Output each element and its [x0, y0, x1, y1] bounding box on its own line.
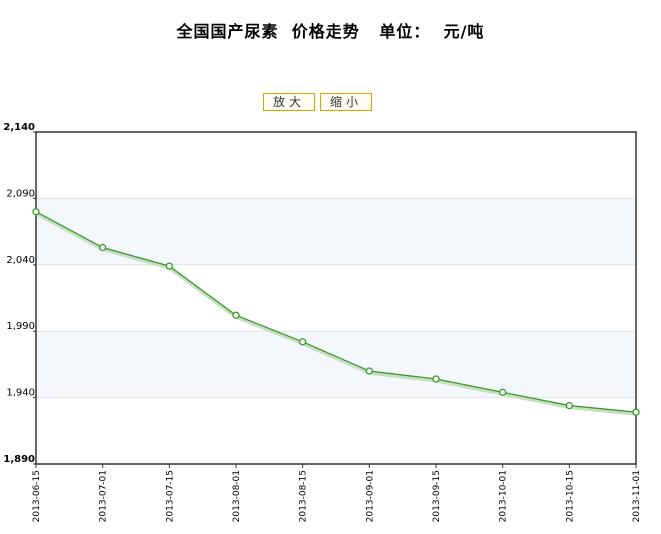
data-point[interactable] [565, 401, 573, 410]
x-axis-ticks: 2013-06-15 2013-07-01 2013-07-15 2013-08-01… [32, 464, 642, 522]
y-tick-label: 2,090 [6, 188, 35, 199]
x-tick-label: 2013-10-01 [499, 470, 509, 522]
y-tick-label: 1,890 [3, 454, 35, 465]
data-point[interactable] [632, 408, 640, 416]
plot-band [36, 331, 636, 398]
x-tick-label: 2013-07-15 [165, 470, 175, 522]
data-point[interactable] [165, 262, 173, 270]
y-tick-label: 1,990 [6, 321, 35, 332]
y-axis-ticks: 1,890 1,940 1,990 2,040 2,090 2,140 [3, 122, 36, 465]
data-point[interactable] [99, 243, 107, 252]
price-line-chart: 1,890 1,940 1,990 2,040 2,090 2,140 2013-06-1… [3, 122, 642, 522]
x-tick-label: 2013-08-01 [232, 470, 242, 522]
plot-frame [35, 131, 637, 465]
y-tick-label: 2,040 [6, 255, 35, 266]
plot-bands [36, 198, 636, 398]
x-tick-label: 2013-09-01 [365, 470, 375, 522]
data-point[interactable] [365, 367, 373, 375]
x-tick-label: 2013-07-01 [99, 470, 109, 522]
x-tick-label: 2013-06-15 [32, 470, 42, 522]
x-tick-label: 2013-08-15 [299, 470, 309, 522]
data-point[interactable] [499, 388, 507, 396]
data-point[interactable] [32, 208, 40, 216]
data-point[interactable] [432, 375, 440, 383]
data-point[interactable] [299, 338, 307, 346]
x-tick-label: 2013-10-15 [565, 470, 575, 522]
data-point[interactable] [232, 311, 240, 319]
y-tick-label: 2,140 [3, 122, 35, 133]
x-tick-label: 2013-09-15 [432, 470, 442, 522]
x-tick-label: 2013-11-01 [632, 470, 642, 522]
y-tick-label: 1,940 [6, 388, 35, 399]
